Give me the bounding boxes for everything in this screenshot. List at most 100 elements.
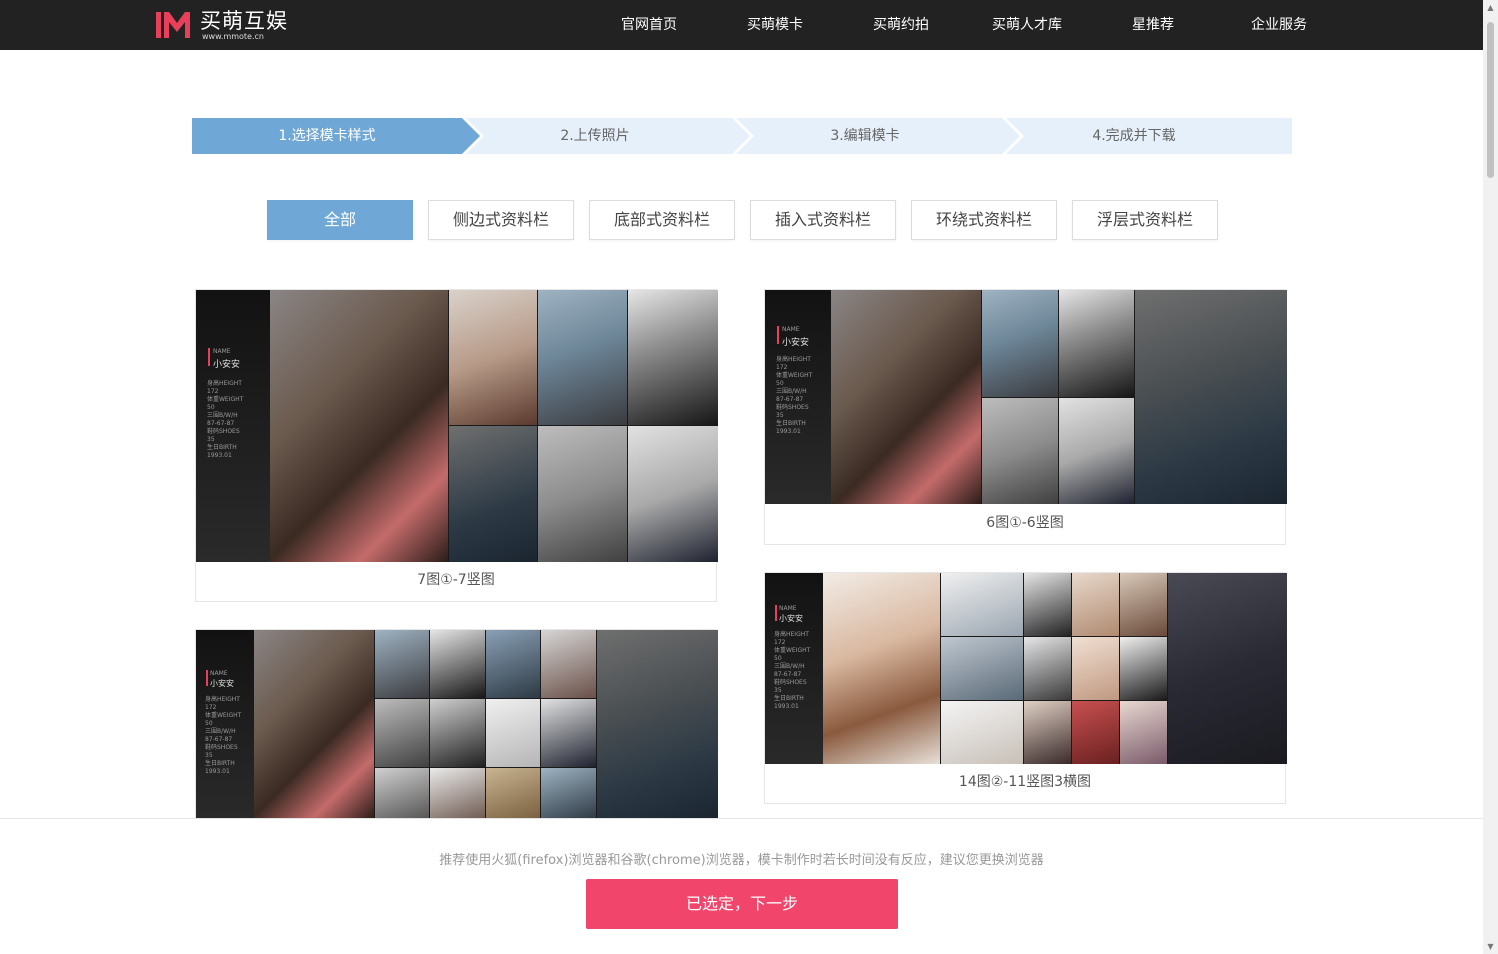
template-preview: NAME 小安安 身高HEIGHT 172 体重WEIGHT 50 三围B/W/…: [765, 290, 1287, 504]
profile-name-label: NAME: [782, 326, 800, 333]
photo-tile: [1072, 573, 1119, 636]
photo-tile: [1059, 290, 1134, 397]
photo-tile: [1024, 701, 1071, 764]
logo-name: 买萌互娱: [200, 9, 288, 33]
photo-tile: [449, 290, 537, 425]
step-progress: 1.选择模卡样式 2.上传照片 3.编辑模卡 4.完成并下载: [192, 118, 1292, 154]
photo-tile: [941, 573, 1023, 636]
scroll-down-arrow-icon[interactable]: ▼: [1486, 942, 1495, 951]
filter-inset-panel[interactable]: 插入式资料栏: [750, 200, 896, 240]
profile-sidebar: NAME 小安安 身高HEIGHT 172 体重WEIGHT 50 三围B/W/…: [765, 573, 823, 764]
template-card-grid[interactable]: NAME 小安安 身高HEIGHT 172 体重WEIGHT 50 三围B/W/…: [195, 629, 718, 819]
profile-details: 身高HEIGHT 172 体重WEIGHT 50 三围B/W/H 87-67-8…: [774, 631, 811, 710]
profile-name: 小安安: [213, 360, 241, 370]
nav-item-talent-pool[interactable]: 买萌人才库: [964, 0, 1090, 50]
photo-tile: [375, 768, 429, 819]
photo-tile: [1120, 701, 1167, 764]
step-1-select-style: 1.选择模卡样式: [278, 128, 376, 144]
photo-tile: [1135, 290, 1287, 504]
photo-tile: [982, 290, 1058, 397]
template-card-6-vertical[interactable]: NAME 小安安 身高HEIGHT 172 体重WEIGHT 50 三围B/W/…: [764, 289, 1287, 545]
profile-accent-bar: [777, 326, 779, 344]
photo-tile: [1120, 573, 1167, 636]
photo-tile: [430, 768, 485, 819]
photo-tile: [982, 398, 1058, 504]
style-filter-tabs: 全部 侧边式资料栏 底部式资料栏 插入式资料栏 环绕式资料栏 浮层式资料栏: [267, 200, 1233, 240]
photo-tile: [538, 426, 627, 562]
filter-bottom-panel[interactable]: 底部式资料栏: [589, 200, 735, 240]
logo-text: 买萌互娱 www.mmote.cn: [200, 10, 288, 41]
logo[interactable]: 买萌互娱 www.mmote.cn: [156, 10, 288, 41]
photo-tile: [541, 768, 596, 819]
profile-name-label: NAME: [213, 348, 231, 355]
template-card-7-vertical[interactable]: NAME 小安安 身高HEIGHT 172 体重WEIGHT 50 三围B/W/…: [195, 289, 718, 602]
profile-sidebar: NAME 小安安 身高HEIGHT 172 体重WEIGHT 50 三围B/W/…: [196, 630, 254, 819]
photo-tile: [541, 699, 596, 767]
photo-tile: [1059, 398, 1134, 504]
profile-name-label: NAME: [210, 670, 228, 677]
bottom-action-bar: 推荐使用火狐(firefox)浏览器和谷歌(chrome)浏览器，模卡制作时若长…: [0, 818, 1483, 954]
photo-tile: [449, 426, 537, 562]
profile-details: 身高HEIGHT 172 体重WEIGHT 50 三围B/W/H 87-67-8…: [205, 696, 242, 775]
template-caption: 14图②-11竖图3横图: [958, 774, 1092, 790]
photo-tile: [375, 699, 429, 767]
photo-tile: [375, 630, 429, 698]
photo-tile: [1024, 637, 1071, 700]
profile-name: 小安安: [779, 614, 803, 623]
template-caption: 7图①-7竖图: [417, 572, 495, 588]
photo-tile: [430, 630, 485, 698]
nav-item-enterprise[interactable]: 企业服务: [1216, 0, 1342, 50]
scrollbar-thumb[interactable]: [1487, 22, 1494, 178]
template-caption: 6图①-6竖图: [986, 515, 1064, 531]
photo-tile: [628, 426, 718, 562]
profile-accent-bar: [208, 348, 210, 366]
profile-name: 小安安: [782, 338, 810, 348]
filter-float-panel[interactable]: 浮层式资料栏: [1072, 200, 1218, 240]
photo-tile: [823, 573, 940, 764]
profile-sidebar: NAME 小安安 身高HEIGHT 172 体重WEIGHT 50 三围B/W/…: [765, 290, 831, 504]
step-2-upload-photos: 2.上传照片: [560, 128, 630, 144]
filter-side-panel[interactable]: 侧边式资料栏: [428, 200, 574, 240]
photo-tile: [486, 768, 540, 819]
profile-details: 身高HEIGHT 172 体重WEIGHT 50 三围B/W/H 87-67-8…: [776, 356, 813, 435]
logo-mark-icon: [156, 10, 192, 40]
profile-accent-bar: [775, 605, 777, 621]
photo-tile: [1168, 573, 1287, 764]
profile-name-label: NAME: [779, 605, 797, 612]
nav-item-home[interactable]: 官网首页: [586, 0, 712, 50]
photo-tile: [1072, 701, 1119, 764]
profile-sidebar: NAME 小安安 身高HEIGHT 172 体重WEIGHT 50 三围B/W/…: [196, 290, 270, 562]
profile-accent-bar: [206, 670, 208, 686]
profile-name: 小安安: [210, 679, 234, 688]
main-nav: 官网首页 买萌模卡 买萌约拍 买萌人才库 星推荐 企业服务: [586, 0, 1342, 50]
next-step-button[interactable]: 已选定，下一步: [586, 879, 898, 929]
photo-tile: [541, 630, 596, 698]
photo-tile: [270, 290, 448, 562]
photo-tile: [597, 630, 718, 819]
logo-url: www.mmote.cn: [202, 32, 264, 41]
nav-item-star-recommend[interactable]: 星推荐: [1090, 0, 1216, 50]
template-preview: NAME 小安安 身高HEIGHT 172 体重WEIGHT 50 三围B/W/…: [196, 630, 718, 819]
browser-notice: 推荐使用火狐(firefox)浏览器和谷歌(chrome)浏览器，模卡制作时若长…: [439, 853, 1044, 868]
photo-tile: [831, 290, 981, 504]
scroll-up-arrow-icon[interactable]: ▲: [1486, 3, 1495, 12]
template-preview: NAME 小安安 身高HEIGHT 172 体重WEIGHT 50 三围B/W/…: [196, 290, 718, 562]
filter-all[interactable]: 全部: [267, 200, 413, 240]
filter-surround-panel[interactable]: 环绕式资料栏: [911, 200, 1057, 240]
photo-tile: [430, 699, 485, 767]
template-card-14-mixed[interactable]: NAME 小安安 身高HEIGHT 172 体重WEIGHT 50 三围B/W/…: [764, 572, 1287, 804]
photo-tile: [486, 699, 540, 767]
nav-item-model-card[interactable]: 买萌模卡: [712, 0, 838, 50]
photo-tile: [628, 290, 718, 425]
profile-details: 身高HEIGHT 172 体重WEIGHT 50 三围B/W/H 87-67-8…: [207, 380, 244, 459]
nav-item-photo-booking[interactable]: 买萌约拍: [838, 0, 964, 50]
photo-tile: [486, 630, 540, 698]
photo-tile: [1072, 637, 1119, 700]
step-4-finish-download: 4.完成并下载: [1092, 128, 1176, 144]
photo-tile: [254, 630, 374, 819]
template-preview: NAME 小安安 身高HEIGHT 172 体重WEIGHT 50 三围B/W/…: [765, 573, 1287, 764]
page-scrollbar[interactable]: ▲ ▼: [1483, 0, 1498, 954]
top-navigation-bar: 买萌互娱 www.mmote.cn 官网首页 买萌模卡 买萌约拍 买萌人才库 星…: [0, 0, 1483, 50]
photo-tile: [538, 290, 627, 425]
photo-tile: [941, 701, 1023, 764]
